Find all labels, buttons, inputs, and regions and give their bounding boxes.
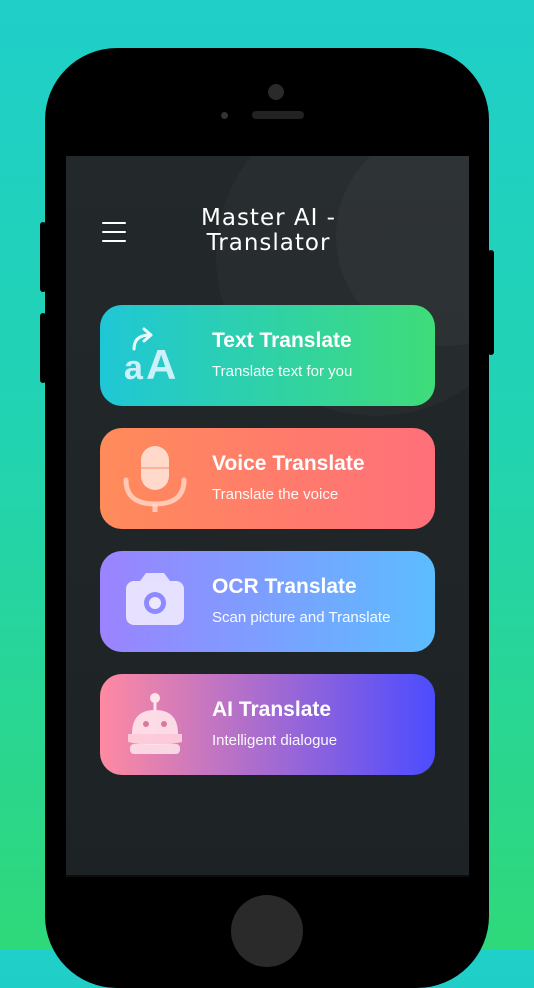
voice-translate-card[interactable]: Voice Translate Translate the voice xyxy=(100,428,435,529)
card-description: Intelligent dialogue xyxy=(212,732,338,749)
proximity-sensor xyxy=(221,112,228,119)
card-description: Scan picture and Translate xyxy=(212,609,391,626)
earpiece-speaker xyxy=(252,111,304,119)
ocr-translate-card[interactable]: OCR Translate Scan picture and Translate xyxy=(100,551,435,652)
camera-icon xyxy=(126,573,184,625)
front-camera xyxy=(268,84,284,100)
hamburger-menu-icon[interactable] xyxy=(102,222,126,244)
screen-bottom-edge xyxy=(66,875,469,877)
card-description: Translate the voice xyxy=(212,486,339,503)
phone-side-button-left-1 xyxy=(40,222,46,292)
text-translate-card[interactable]: a A Text Translate Translate text for yo… xyxy=(100,305,435,406)
phone-side-button-right xyxy=(488,250,494,355)
text-aA-icon: a A xyxy=(124,327,176,388)
page-title: Master AI - Translator xyxy=(201,205,336,256)
app-screen: Master AI - Translator a A Text Translat… xyxy=(66,156,469,875)
microphone-icon xyxy=(123,446,187,512)
robot-icon xyxy=(128,693,182,754)
card-title: Voice Translate xyxy=(212,452,365,475)
card-title: OCR Translate xyxy=(212,575,357,598)
card-title: AI Translate xyxy=(212,698,332,721)
card-description: Translate text for you xyxy=(212,363,353,380)
svg-text:A: A xyxy=(146,341,176,388)
home-button[interactable] xyxy=(231,895,303,967)
ai-translate-card[interactable]: AI Translate Intelligent dialogue xyxy=(100,674,435,775)
svg-text:a: a xyxy=(124,349,144,387)
phone-side-button-left-2 xyxy=(40,313,46,383)
card-title: Text Translate xyxy=(212,329,352,352)
